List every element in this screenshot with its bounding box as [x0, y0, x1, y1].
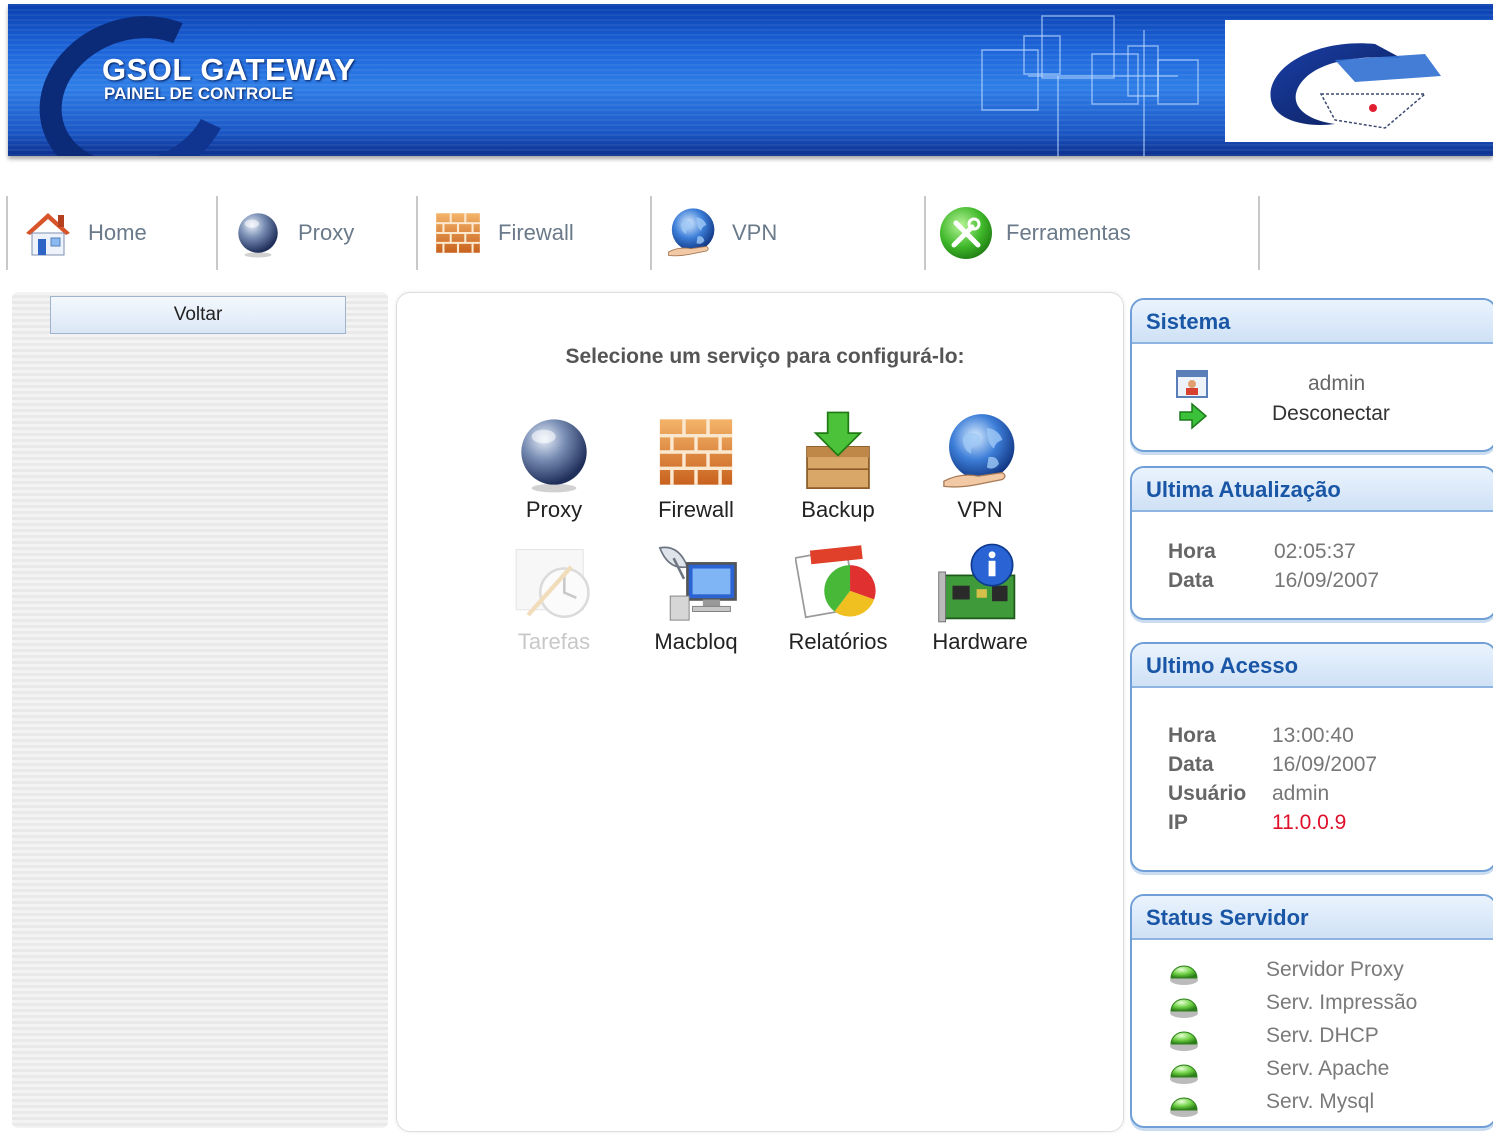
nav-divider	[1258, 196, 1260, 270]
globe-sphere-icon	[230, 205, 286, 261]
clock-tasks-icon	[515, 549, 590, 618]
user-card-icon	[1176, 370, 1208, 398]
service-label: Backup	[801, 497, 875, 522]
nav-item-label: Ferramentas	[1006, 220, 1131, 245]
service-panel: Selecione um serviço para configurá-lo: …	[396, 292, 1124, 1132]
nav-item-firewall[interactable]: Firewall	[416, 196, 650, 270]
hardware-info-icon	[938, 543, 1016, 623]
brand-logo-icon	[1270, 43, 1441, 129]
hora-value: 13:00:40	[1272, 724, 1354, 747]
ultimo-acesso-title: Ultimo Acesso	[1132, 644, 1493, 688]
ip-label: IP	[1168, 811, 1188, 834]
current-user: admin	[1308, 372, 1366, 395]
nav-item-label: Home	[88, 220, 147, 245]
status-label: Serv. Mysql	[1266, 1090, 1375, 1113]
ultima-atualizacao-title: Ultima Atualização	[1132, 468, 1493, 512]
status-online-icon	[1170, 1031, 1198, 1051]
service-label: Proxy	[525, 497, 583, 522]
ultima-atualizacao-panel: Ultima Atualização Hora 02:05:37 Data 16…	[1130, 466, 1493, 620]
network-grid-decoration	[981, 15, 1199, 156]
nav-item-label: Firewall	[498, 220, 574, 245]
main-nav: Home Proxy Firewall VPN Ferramentas	[0, 196, 1493, 272]
service-backup[interactable]: Backup	[763, 409, 913, 539]
status-online-icon	[1170, 1097, 1198, 1117]
service-label: Hardware	[932, 629, 1028, 654]
brick-wall-icon	[430, 205, 486, 261]
nav-item-proxy[interactable]: Proxy	[216, 196, 416, 270]
service-proxy[interactable]: Proxy	[479, 409, 629, 539]
status-online-icon	[1170, 998, 1198, 1018]
status-row: Serv. Apache	[1132, 1057, 1492, 1087]
data-label: Data	[1168, 569, 1214, 592]
status-servidor-panel: Status Servidor Servidor Proxy Serv. Imp…	[1130, 894, 1493, 1128]
status-online-icon	[1170, 965, 1198, 985]
status-row: Serv. Impressão	[1132, 991, 1492, 1021]
logout-arrow-icon[interactable]	[1178, 402, 1208, 430]
app-title: GSOL GATEWAY	[102, 52, 356, 87]
data-value: 16/09/2007	[1274, 569, 1380, 592]
service-label: Tarefas	[517, 629, 591, 654]
satellite-monitor-icon	[658, 546, 737, 621]
nav-item-label: VPN	[732, 220, 778, 245]
app-subtitle: PAINEL DE CONTROLE	[104, 84, 294, 103]
data-label: Data	[1168, 753, 1214, 776]
status-label: Serv. Apache	[1266, 1057, 1390, 1080]
tools-icon	[938, 205, 994, 261]
service-relatorios[interactable]: Relatórios	[763, 541, 913, 671]
globe-sphere-icon	[521, 419, 587, 493]
status-label: Servidor Proxy	[1266, 958, 1404, 981]
service-tarefas: Tarefas	[479, 541, 629, 671]
status-servidor-title: Status Servidor	[1132, 896, 1493, 940]
hora-label: Hora	[1168, 724, 1216, 747]
left-sidebar: Voltar	[12, 292, 388, 1128]
sistema-title: Sistema	[1132, 300, 1493, 344]
service-macbloq[interactable]: Macbloq	[621, 541, 771, 671]
status-row: Serv. Mysql	[1132, 1090, 1492, 1120]
service-label: Relatórios	[788, 629, 888, 654]
house-icon	[20, 205, 76, 261]
page-title: Selecione um serviço para configurá-lo:	[565, 345, 965, 368]
service-label: VPN	[957, 497, 1003, 522]
status-label: Serv. DHCP	[1266, 1024, 1379, 1047]
world-globe-icon	[664, 205, 720, 261]
status-online-icon	[1170, 1064, 1198, 1084]
ip-value: 11.0.0.9	[1272, 811, 1347, 834]
hora-value: 02:05:37	[1274, 540, 1356, 563]
back-button[interactable]: Voltar	[50, 296, 346, 334]
nav-item-ferramentas[interactable]: Ferramentas	[924, 196, 1260, 270]
header-banner: GSOL GATEWAY PAINEL DE CONTROLE	[8, 4, 1493, 156]
nav-item-home[interactable]: Home	[6, 196, 216, 270]
sistema-panel: Sistema admin Desconectar	[1130, 298, 1493, 452]
brick-wall-icon	[658, 417, 734, 487]
report-chart-icon	[795, 545, 876, 619]
hora-label: Hora	[1168, 540, 1216, 563]
usuario-value: admin	[1272, 782, 1330, 805]
data-value: 16/09/2007	[1272, 753, 1378, 776]
service-vpn[interactable]: VPN	[905, 409, 1055, 539]
service-hardware[interactable]: Hardware	[905, 541, 1055, 671]
world-globe-icon	[943, 413, 1016, 488]
brand-logo-box	[1225, 20, 1493, 142]
service-label: Macbloq	[654, 629, 738, 654]
service-label: Firewall	[658, 497, 734, 522]
usuario-label: Usuário	[1168, 782, 1247, 805]
nav-item-vpn[interactable]: VPN	[650, 196, 924, 270]
ultimo-acesso-panel: Ultimo Acesso Hora 13:00:40 Data 16/09/2…	[1130, 642, 1493, 872]
status-row: Servidor Proxy	[1132, 958, 1492, 988]
backup-box-icon	[806, 411, 870, 489]
status-label: Serv. Impressão	[1266, 991, 1418, 1014]
logout-link[interactable]: Desconectar	[1272, 402, 1390, 426]
service-firewall[interactable]: Firewall	[621, 409, 771, 539]
nav-item-label: Proxy	[298, 220, 355, 245]
status-row: Serv. DHCP	[1132, 1024, 1492, 1054]
